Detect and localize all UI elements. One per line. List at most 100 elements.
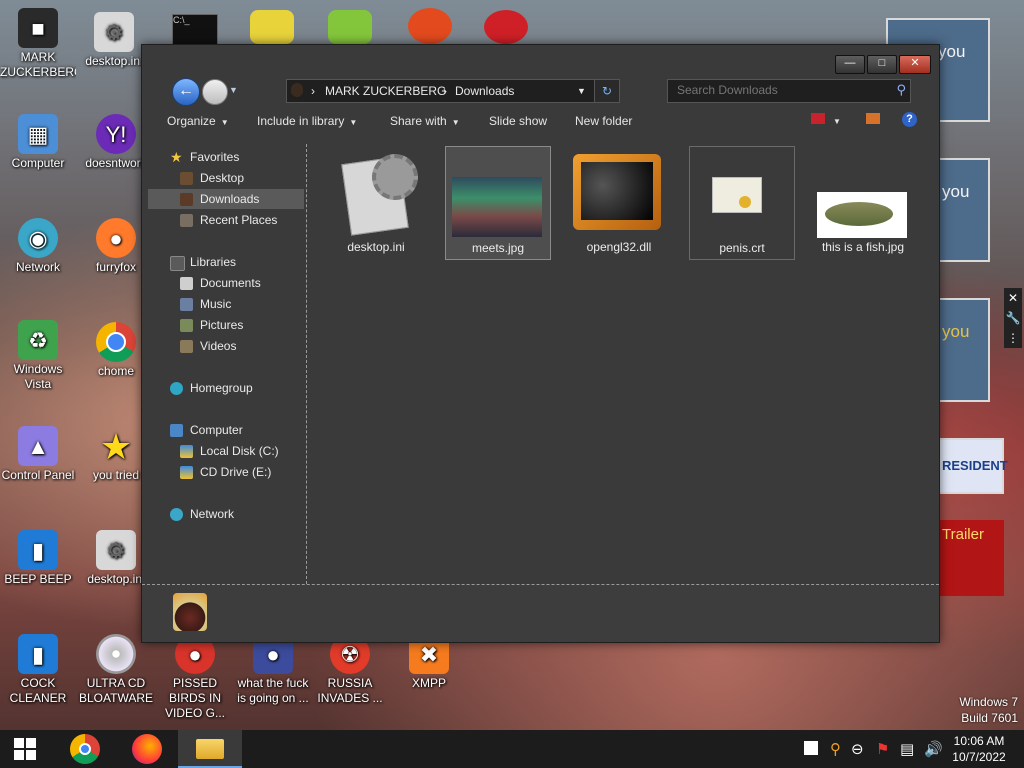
close-button[interactable]: ✕	[899, 55, 931, 74]
settings-file-icon	[332, 152, 420, 236]
control-panel-icon: ▲	[18, 426, 58, 466]
chevron-down-icon: ▼	[833, 117, 841, 126]
search-icon[interactable]: ⚲	[896, 82, 906, 98]
firefox-taskbar-icon[interactable]	[132, 734, 162, 764]
desktop-icon-beep-beep[interactable]: ▮ BEEP BEEP	[0, 530, 76, 587]
settings-file-icon: ⚙	[96, 530, 136, 570]
desktop-icon-what-the[interactable]: ● what the fuck is going on ...	[235, 634, 311, 706]
libraries-icon	[170, 256, 185, 271]
maximize-button[interactable]: □	[867, 55, 897, 74]
help-button[interactable]: ?	[902, 111, 917, 127]
file-item[interactable]: desktop.ini	[324, 146, 428, 258]
desktop-icon-ultra-cd-bloatware[interactable]: ULTRA CD BLOATWARE	[78, 634, 154, 706]
nav-computer[interactable]: Computer	[148, 420, 304, 440]
back-button[interactable]: ←	[172, 78, 200, 106]
nav-cd-drive[interactable]: CD Drive (E:)	[148, 462, 304, 482]
refresh-button[interactable]: ↻	[594, 79, 620, 103]
command-bar: Organize ▼ Include in library ▼ Share with…	[148, 108, 932, 134]
desktop-icon-control-panel[interactable]: ▲ Control Panel	[0, 426, 76, 483]
breadcrumb-root[interactable]: MARK ZUCKERBERG	[325, 84, 446, 98]
chrome-taskbar-icon[interactable]	[70, 734, 100, 764]
firefox-icon: ●	[96, 218, 136, 258]
downloads-icon	[180, 193, 193, 206]
user-folder-icon: ■	[18, 8, 58, 48]
address-dropdown-icon[interactable]: ▼	[577, 86, 586, 96]
windows-logo-icon	[14, 738, 36, 760]
preview-pane-button[interactable]	[866, 113, 880, 127]
background-app-strip: C:\_	[170, 8, 550, 46]
slide-show-button[interactable]: Slide show	[489, 114, 547, 128]
address-bar[interactable]: › MARK ZUCKERBERG › Downloads ▼	[286, 79, 618, 103]
star-icon: ★	[170, 149, 183, 165]
nav-videos[interactable]: Videos	[148, 336, 304, 356]
grip-icon[interactable]: ⋮	[1004, 328, 1022, 348]
nav-desktop[interactable]: Desktop	[148, 168, 304, 188]
desktop-icon-network[interactable]: ◉ Network	[0, 218, 76, 275]
image-thumbnail-icon	[817, 192, 907, 238]
computer-icon	[170, 424, 183, 437]
close-icon[interactable]: ✕	[1004, 288, 1022, 308]
network-status-icon[interactable]: ▤	[900, 740, 914, 758]
nav-documents[interactable]: Documents	[148, 273, 304, 293]
details-pane	[142, 584, 939, 642]
ad-panel-3[interactable]: you	[938, 298, 990, 402]
file-item[interactable]: penis.crt	[689, 146, 795, 260]
nav-network[interactable]: Network	[148, 504, 304, 524]
search-box[interactable]: ⚲	[667, 79, 911, 103]
change-view-button[interactable]: ▼	[811, 113, 841, 127]
file-item[interactable]: this is a fish.jpg	[811, 146, 915, 258]
among-us-icon	[250, 10, 294, 44]
file-item[interactable]: opengl32.dll	[567, 146, 671, 258]
blue-app-icon: ▮	[18, 634, 58, 674]
desktop-icon-mark-zuckerberg[interactable]: ■ MARK ZUCKERBERG	[0, 8, 76, 80]
downloads-folder-icon	[173, 593, 207, 631]
organize-menu[interactable]: Organize ▼	[167, 114, 229, 128]
ad-banner-resident[interactable]: RESIDENT	[938, 438, 1008, 494]
forward-button[interactable]	[202, 79, 228, 105]
recycle-bin-icon: ♻	[18, 320, 58, 360]
desktop-icon-pissed-birds[interactable]: ● PISSED BIRDS IN VIDEO G...	[157, 634, 233, 721]
action-center-icon[interactable]	[804, 741, 818, 755]
nav-recent-places[interactable]: Recent Places	[148, 210, 304, 230]
breadcrumb-current[interactable]: Downloads	[455, 84, 514, 98]
chrome-icon	[96, 322, 136, 362]
desktop-icon-russia-invades[interactable]: ☢ RUSSIA INVADES ...	[312, 634, 388, 706]
recent-places-icon	[180, 214, 193, 227]
minus-circle-icon[interactable]: ⊖	[851, 740, 864, 758]
chevron-down-icon: ▼	[451, 118, 460, 127]
flag-error-icon[interactable]: ⚑	[876, 740, 889, 758]
ad-banner-trailer[interactable]: Trailer	[938, 520, 1004, 596]
wrench-icon[interactable]: 🔧	[1004, 308, 1022, 328]
search-input[interactable]	[668, 80, 892, 100]
title-bar[interactable]: — □ ✕	[142, 45, 939, 75]
nav-pictures[interactable]: Pictures	[148, 315, 304, 335]
file-explorer-taskbar-button[interactable]	[178, 730, 242, 768]
nav-local-disk[interactable]: Local Disk (C:)	[148, 441, 304, 461]
search-icon[interactable]: ⚲	[830, 740, 841, 758]
bad-piggies-icon	[328, 10, 372, 44]
nav-homegroup[interactable]: Homegroup	[148, 378, 304, 398]
cd-drive-icon	[180, 466, 193, 479]
nav-favorites[interactable]: ★ Favorites	[148, 147, 304, 167]
nav-libraries[interactable]: Libraries	[148, 252, 304, 272]
new-folder-button[interactable]: New folder	[575, 114, 632, 128]
image-thumbnail-icon	[452, 177, 542, 237]
nav-downloads[interactable]: Downloads	[148, 189, 304, 209]
file-item[interactable]: meets.jpg	[445, 146, 551, 260]
include-in-library-menu[interactable]: Include in library ▼	[257, 114, 357, 128]
ad-panel-2[interactable]: you	[938, 158, 990, 262]
pictures-icon	[180, 319, 193, 332]
desktop-icon-windows-vista[interactable]: ♻ Windows Vista	[0, 320, 76, 392]
desktop-icon-cock-cleaner[interactable]: ▮ COCK CLEANER	[0, 634, 76, 706]
star-icon: ★	[99, 425, 133, 467]
minimize-button[interactable]: —	[835, 55, 865, 74]
nav-music[interactable]: Music	[148, 294, 304, 314]
desktop-icon-computer[interactable]: ▦ Computer	[0, 114, 76, 171]
share-with-menu[interactable]: Share with ▼	[390, 114, 460, 128]
settings-file-icon: ⚙	[94, 12, 134, 52]
yahoo-icon: Y!	[96, 114, 136, 154]
taskbar: ⚲ ⊖ ⚑ ▤ 🔊 10:06 AM 10/7/2022	[0, 730, 1024, 768]
recent-pages-dropdown[interactable]: ▼	[229, 85, 238, 95]
start-button[interactable]	[14, 738, 36, 760]
system-clock[interactable]: 10:06 AM 10/7/2022	[940, 733, 1018, 765]
